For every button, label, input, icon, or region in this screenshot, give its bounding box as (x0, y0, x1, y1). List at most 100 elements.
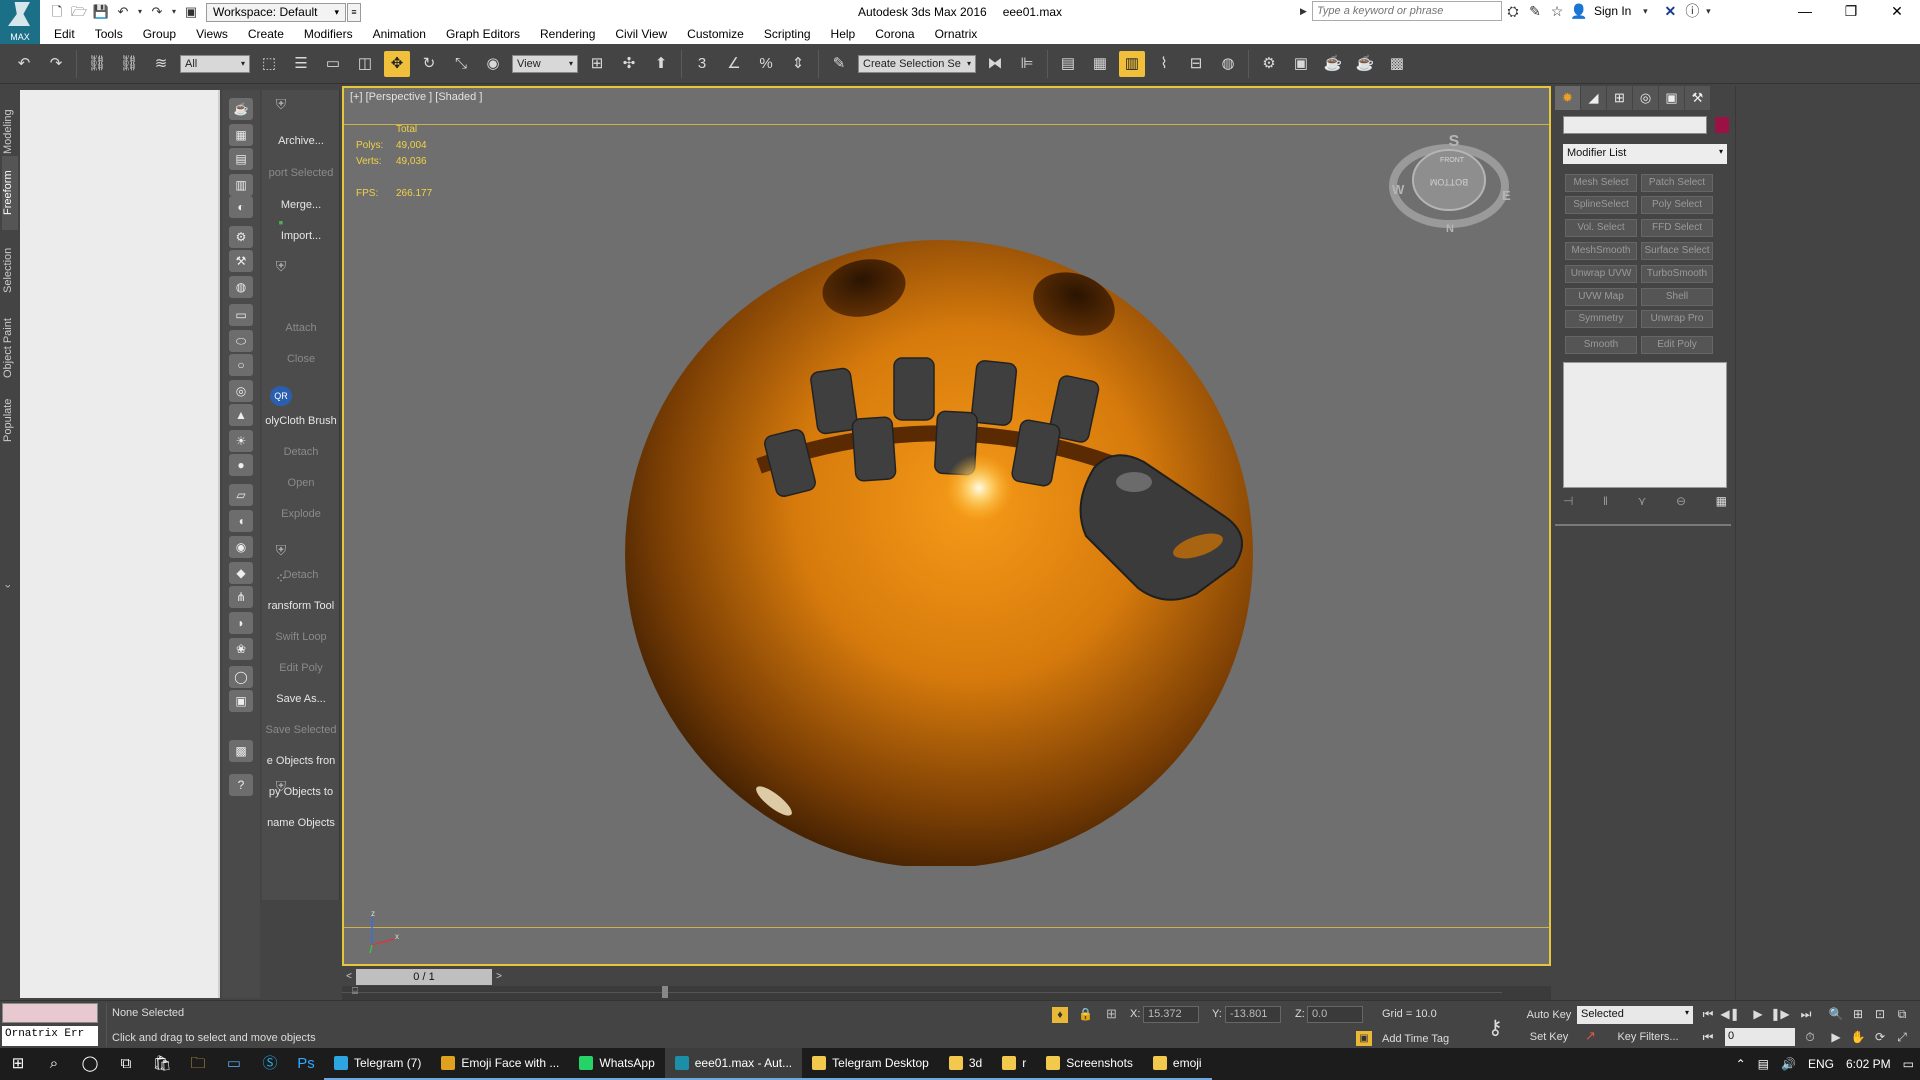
film-icon[interactable]: ◍ (229, 276, 253, 298)
make-unique-icon[interactable]: ⋎ (1638, 494, 1647, 508)
modifier-button-splineselect[interactable]: SplineSelect (1565, 196, 1637, 214)
maxscript-output[interactable]: Ornatrix Err (2, 1026, 98, 1046)
menu-tools[interactable]: Tools (85, 27, 133, 41)
object-color-swatch[interactable] (1715, 117, 1729, 133)
redo-icon[interactable]: ↷ (148, 4, 166, 20)
viewport-label[interactable]: [+] [Perspective ] [Shaded ] (350, 91, 482, 103)
grass-icon[interactable]: ⋔ (229, 586, 253, 608)
script-button-e-objects-fron[interactable]: e Objects fron (264, 750, 338, 772)
graphite-tools-icon[interactable]: ▥ (1119, 50, 1145, 77)
photoshop-icon[interactable]: Ps (288, 1048, 324, 1080)
time-slider-thumb[interactable]: 0 / 1 (356, 969, 492, 985)
save-file-icon[interactable]: 💾 (92, 4, 110, 20)
menu-views[interactable]: Views (186, 27, 238, 41)
app-menu-button[interactable]: MAX (0, 0, 40, 44)
user-icon[interactable]: 👤 (1568, 3, 1590, 20)
rectangular-selection-icon[interactable]: ▭ (320, 51, 346, 77)
hierarchy-tab-icon[interactable]: ⊞ (1607, 86, 1632, 110)
horn-icon[interactable]: ◗ (229, 612, 253, 634)
time-slider-next-icon[interactable]: > (492, 969, 506, 985)
modifier-button-shell[interactable]: Shell (1641, 288, 1713, 306)
taskbar-app-emoji[interactable]: emoji (1142, 1048, 1212, 1080)
go-to-end-icon[interactable]: ⏭ (1796, 1005, 1816, 1023)
taskbar-app-whatsapp[interactable]: WhatsApp (569, 1048, 665, 1080)
script-button-py-objects-to[interactable]: py Objects to (264, 781, 338, 803)
y-coord-field[interactable]: -13.801 (1225, 1006, 1281, 1023)
help-icon[interactable]: ⓘ (1681, 1, 1703, 21)
display-tab-icon[interactable]: ▣ (1659, 86, 1684, 110)
zoom-extents-icon[interactable]: ⊡ (1870, 1005, 1890, 1023)
create-tab-icon[interactable]: ✹ (1555, 86, 1580, 110)
viewcube-front-label[interactable]: FRONT (1440, 157, 1465, 164)
subscription-icon[interactable]: ✎ (1524, 3, 1546, 20)
maximize-viewport-icon[interactable]: ⤢ (1892, 1028, 1912, 1046)
binoculars-icon[interactable]: ⛭ (1502, 3, 1524, 20)
menu-rendering[interactable]: Rendering (530, 27, 605, 41)
modifier-button-edit-poly[interactable]: Edit Poly (1641, 336, 1713, 354)
script-button-detach[interactable]: Detach (264, 441, 338, 463)
utilities-tab-icon[interactable]: ⚒ (1685, 86, 1710, 110)
exchange-icon[interactable]: ✕ (1659, 3, 1681, 20)
dimmed-object-icon[interactable]: ⛨ (270, 542, 292, 562)
current-frame-field[interactable]: 0 (1725, 1028, 1795, 1046)
teapot-icon[interactable]: ☕ (229, 98, 253, 120)
rendered-frame-window-icon[interactable]: ▣ (1288, 51, 1314, 77)
taskbar-app-screenshots[interactable]: Screenshots (1036, 1048, 1143, 1080)
favorites-star-icon[interactable]: ☆ (1546, 3, 1568, 20)
track-bar[interactable]: ⌸ (342, 986, 1551, 1000)
undo-dropdown-icon[interactable]: ▾ (136, 4, 144, 20)
network-icon[interactable]: ▤ (1758, 1057, 1769, 1071)
sphere-icon[interactable]: ● (229, 454, 253, 476)
script-button-name-objects[interactable]: name Objects (264, 812, 338, 834)
sun-icon[interactable]: ☀ (229, 430, 253, 452)
select-scale-icon[interactable]: ⤡ (448, 51, 474, 77)
play-icon[interactable]: ▶ (1748, 1005, 1768, 1023)
time-configuration-icon[interactable]: ⏱ (1800, 1028, 1820, 1046)
orb-icon[interactable]: ◯ (229, 666, 253, 688)
wrench-icon[interactable]: ⚒ (229, 250, 253, 272)
menu-corona[interactable]: Corona (865, 27, 924, 41)
torus-icon[interactable]: ◎ (229, 380, 253, 402)
knot-icon[interactable]: ❀ (229, 638, 253, 660)
zoom-icon[interactable]: 🔍 (1826, 1005, 1846, 1023)
layer-explorer-icon[interactable]: ▤ (1055, 51, 1081, 77)
table-icon[interactable]: ▥ (229, 174, 253, 196)
modifier-button-smooth[interactable]: Smooth (1565, 336, 1637, 354)
place-icon[interactable]: ◉ (480, 51, 506, 77)
camera-light-icon[interactable]: ◐ (229, 196, 253, 218)
script-button-save-selected[interactable]: Save Selected (264, 719, 338, 741)
previous-frame-icon[interactable]: ◀❚ (1720, 1005, 1740, 1023)
align-icon[interactable]: ⊫ (1014, 51, 1040, 77)
zipper-emoji-model[interactable] (624, 236, 1254, 866)
spinner-snap-icon[interactable]: ⇕ (785, 51, 811, 77)
auto-key-button[interactable]: Auto Key (1524, 1006, 1574, 1024)
modifier-button-uvw-map[interactable]: UVW Map (1565, 288, 1637, 306)
script-button-close[interactable]: Close (264, 348, 338, 370)
keyboard-shortcut-icon[interactable]: ⬆ (648, 51, 674, 77)
script-button-open[interactable]: Open (264, 472, 338, 494)
perspective-viewport[interactable]: [+] [Perspective ] [Shaded ] Total Polys… (342, 86, 1551, 966)
default-tangent-icon[interactable]: ↗ (1585, 1028, 1596, 1044)
open-file-icon[interactable]: 🗁 (70, 4, 88, 20)
dimmed-shield-icon[interactable]: ⛨ (270, 258, 292, 278)
task-view-icon[interactable]: ⧉ (108, 1048, 144, 1080)
modifier-button-vol-select[interactable]: Vol. Select (1565, 219, 1637, 237)
motion-tab-icon[interactable]: ◎ (1633, 86, 1658, 110)
language-indicator[interactable]: ENG (1808, 1057, 1834, 1071)
clock[interactable]: 6:02 PM (1846, 1057, 1891, 1071)
ribbon-tab-selection[interactable]: Selection (2, 236, 18, 304)
window-crossing-icon[interactable]: ◫ (352, 51, 378, 77)
circle-icon[interactable]: ○ (229, 354, 253, 376)
select-move-icon[interactable]: ✥ (384, 50, 410, 77)
close-icon[interactable]: ✕ (1874, 0, 1920, 24)
taskbar-app-telegram-desktop[interactable]: Telegram Desktop (802, 1048, 939, 1080)
set-key-icon[interactable]: ⚷ (1488, 1015, 1503, 1040)
script-button-save-as[interactable]: Save As... (264, 688, 338, 710)
ribbon-tab-freeform[interactable]: Freeform (2, 156, 18, 230)
modify-tab-icon[interactable]: ◢ (1581, 86, 1606, 110)
modifier-button-mesh-select[interactable]: Mesh Select (1565, 174, 1637, 192)
script-button-port-selected[interactable]: port Selected (264, 162, 338, 184)
modifier-button-unwrap-uvw[interactable]: Unwrap UVW (1565, 265, 1637, 283)
script-button-detach[interactable]: Detach (264, 564, 338, 586)
ribbon-tab-populate[interactable]: Populate (2, 392, 18, 448)
